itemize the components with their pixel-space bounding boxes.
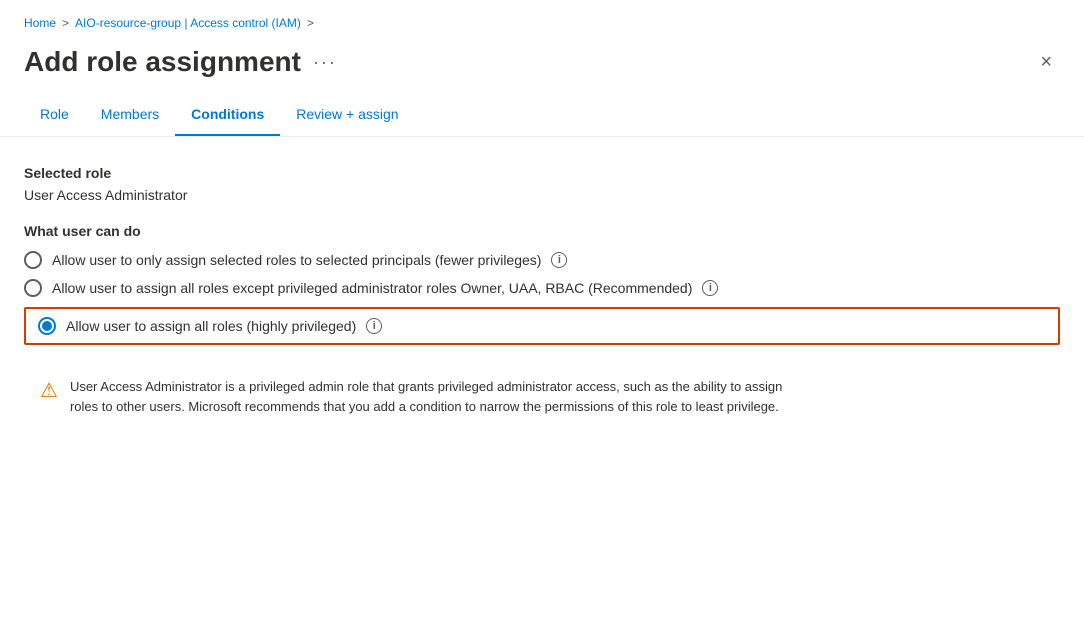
- selected-role-value: User Access Administrator: [24, 187, 1060, 203]
- radio-group: Allow user to only assign selected roles…: [24, 251, 1060, 345]
- breadcrumb-sep1: >: [62, 16, 69, 30]
- radio-circle-3: [38, 317, 56, 335]
- page-title: Add role assignment: [24, 46, 301, 78]
- tab-role[interactable]: Role: [24, 94, 85, 136]
- what-user-can-do-label: What user can do: [24, 223, 1060, 239]
- info-icon-3[interactable]: i: [366, 318, 382, 334]
- breadcrumb-home[interactable]: Home: [24, 16, 56, 30]
- warning-text: User Access Administrator is a privilege…: [70, 377, 788, 416]
- selected-role-label: Selected role: [24, 165, 1060, 181]
- breadcrumb-sep2: >: [307, 16, 314, 30]
- tab-members[interactable]: Members: [85, 94, 175, 136]
- radio-option-3[interactable]: Allow user to assign all roles (highly p…: [24, 307, 1060, 345]
- radio-option-1[interactable]: Allow user to only assign selected roles…: [24, 251, 1060, 269]
- radio-circle-2: [24, 279, 42, 297]
- breadcrumb: Home > AIO-resource-group | Access contr…: [0, 0, 1084, 38]
- tab-bar: Role Members Conditions Review + assign: [0, 94, 1084, 137]
- panel-header: Add role assignment ··· ×: [0, 38, 1084, 94]
- radio-option-2[interactable]: Allow user to assign all roles except pr…: [24, 279, 1060, 297]
- radio-label-2: Allow user to assign all roles except pr…: [52, 280, 692, 296]
- close-button[interactable]: ×: [1032, 47, 1060, 78]
- radio-circle-1: [24, 251, 42, 269]
- tab-conditions[interactable]: Conditions: [175, 94, 280, 136]
- add-role-assignment-panel: Home > AIO-resource-group | Access contr…: [0, 0, 1084, 643]
- warning-icon: ⚠: [40, 378, 58, 403]
- tab-review[interactable]: Review + assign: [280, 94, 414, 136]
- radio-label-3: Allow user to assign all roles (highly p…: [66, 318, 356, 334]
- more-options-button[interactable]: ···: [313, 52, 337, 73]
- radio-label-1: Allow user to only assign selected roles…: [52, 252, 541, 268]
- breadcrumb-resource[interactable]: AIO-resource-group | Access control (IAM…: [75, 16, 301, 30]
- panel-content: Selected role User Access Administrator …: [0, 137, 1084, 456]
- info-icon-1[interactable]: i: [551, 252, 567, 268]
- info-icon-2[interactable]: i: [702, 280, 718, 296]
- warning-box: ⚠ User Access Administrator is a privile…: [24, 365, 804, 428]
